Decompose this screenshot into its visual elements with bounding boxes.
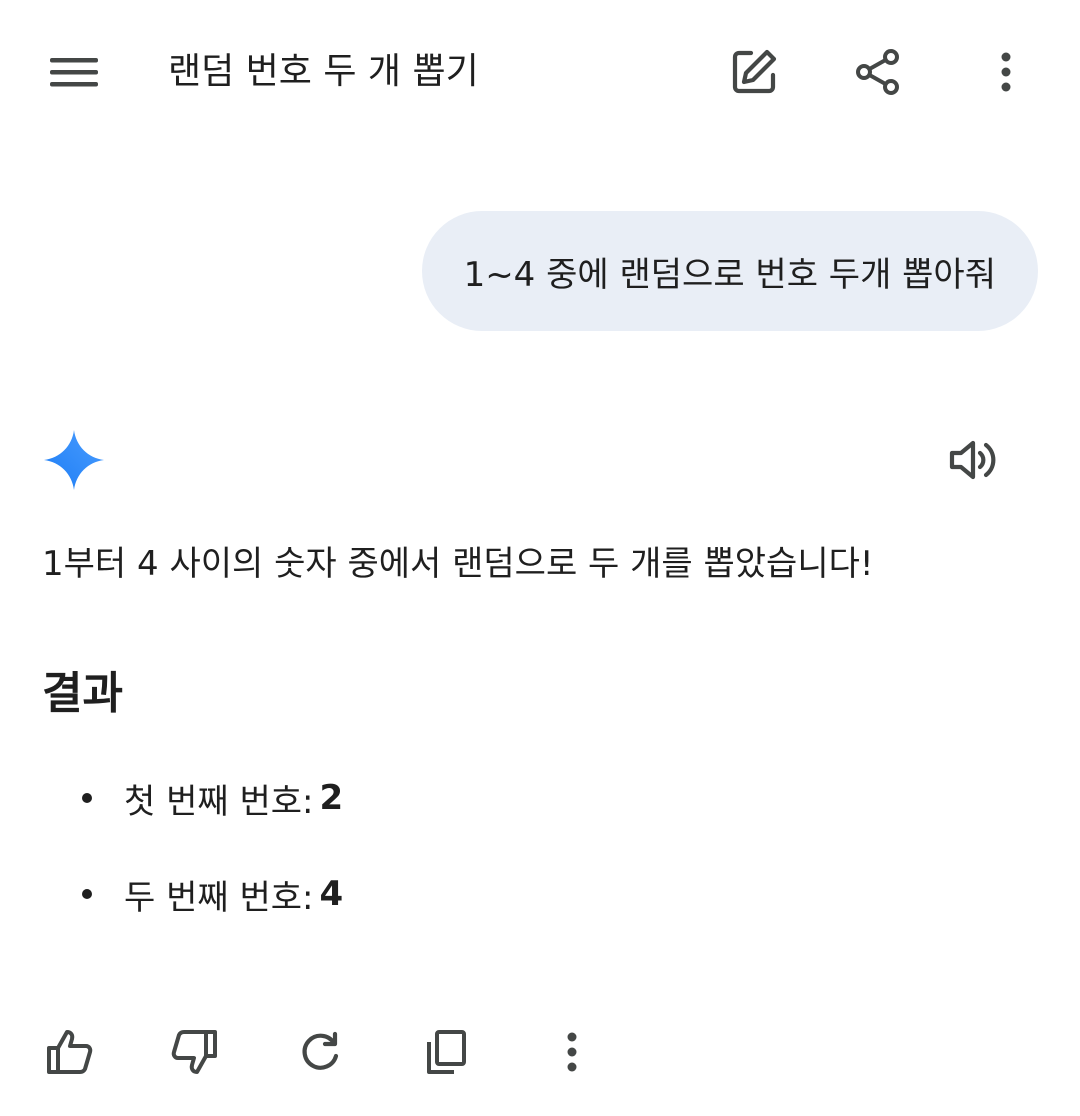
response-intro: 1부터 4 사이의 숫자 중에서 랜덤으로 두 개를 뽑았습니다! xyxy=(42,544,874,584)
item-value: 2 xyxy=(319,778,344,818)
share-icon xyxy=(856,49,899,95)
list-item: 두 번째 번호: 4 xyxy=(82,866,343,922)
more-vert-icon xyxy=(567,1032,577,1072)
regenerate-button[interactable] xyxy=(284,1016,356,1088)
result-heading: 결과 xyxy=(42,668,123,719)
response-more-button[interactable] xyxy=(536,1016,608,1088)
gemini-sparkle-icon xyxy=(44,430,104,490)
top-app-bar: 랜덤 번호 두 개 뽑기 xyxy=(0,0,1080,146)
more-vert-icon xyxy=(1001,52,1011,92)
chat-screen: 랜덤 번호 두 개 뽑기 1~4 중에 랜덤으로 번호 두개 뽑아줘 1부터 4… xyxy=(0,0,1080,1116)
item-label: 두 번째 번호: xyxy=(124,877,314,918)
item-value: 4 xyxy=(319,874,344,914)
thumbs-down-icon xyxy=(171,1030,217,1074)
more-options-button[interactable] xyxy=(970,36,1042,108)
page-title: 랜덤 번호 두 개 뽑기 xyxy=(168,51,479,92)
user-message-text: 1~4 중에 랜덤으로 번호 두개 뽑아줘 xyxy=(463,254,996,295)
menu-icon xyxy=(50,58,98,87)
user-message-bubble: 1~4 중에 랜덤으로 번호 두개 뽑아줘 xyxy=(421,211,1038,331)
new-chat-button[interactable] xyxy=(718,36,790,108)
read-aloud-button[interactable] xyxy=(940,426,1008,494)
bullet-icon xyxy=(82,793,92,803)
edit-icon xyxy=(732,49,777,94)
copy-button[interactable] xyxy=(410,1016,482,1088)
item-label: 첫 번째 번호: xyxy=(124,781,314,822)
regenerate-icon xyxy=(302,1031,339,1070)
share-button[interactable] xyxy=(842,36,914,108)
bad-response-button[interactable] xyxy=(158,1016,230,1088)
thumbs-up-icon xyxy=(47,1030,93,1074)
good-response-button[interactable] xyxy=(34,1016,106,1088)
speaker-icon xyxy=(949,440,996,480)
bullet-icon xyxy=(82,889,92,899)
menu-button[interactable] xyxy=(38,36,110,108)
list-item: 첫 번째 번호: 2 xyxy=(82,770,343,826)
copy-icon xyxy=(427,1030,466,1074)
